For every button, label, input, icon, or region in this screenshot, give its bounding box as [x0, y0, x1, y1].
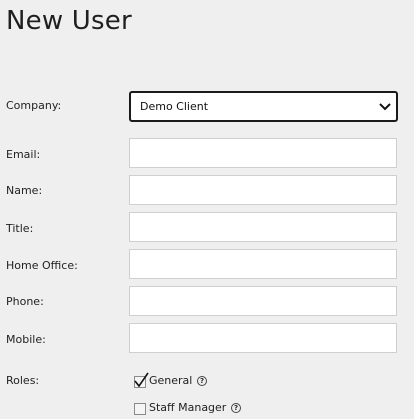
- question-circle-icon[interactable]: ?: [197, 376, 207, 386]
- title-label: Title:: [6, 222, 34, 235]
- email-label: Email:: [6, 148, 41, 161]
- page-title: New User: [6, 6, 132, 36]
- mobile-label: Mobile:: [6, 333, 46, 346]
- phone-label: Phone:: [6, 295, 44, 308]
- roles-label: Roles:: [6, 374, 40, 387]
- title-field[interactable]: [129, 212, 397, 242]
- home-office-field[interactable]: [129, 249, 397, 279]
- company-label: Company:: [6, 99, 62, 112]
- home-office-label: Home Office:: [6, 259, 78, 272]
- role-general-checkbox[interactable]: [134, 372, 149, 388]
- name-label: Name:: [6, 184, 43, 197]
- company-select[interactable]: Demo Client: [129, 91, 398, 122]
- phone-field[interactable]: [129, 286, 397, 316]
- question-circle-icon[interactable]: ?: [231, 403, 241, 413]
- company-select-value: Demo Client: [140, 100, 209, 113]
- role-general-label: General: [149, 374, 193, 387]
- mobile-field[interactable]: [129, 323, 397, 353]
- name-field[interactable]: [129, 175, 397, 205]
- checkmark-icon: [134, 372, 149, 388]
- role-staff-manager-checkbox[interactable]: [134, 403, 146, 415]
- email-field[interactable]: [129, 138, 397, 168]
- chevron-down-icon: [377, 97, 393, 115]
- role-staff-manager-label: Staff Manager: [149, 401, 227, 414]
